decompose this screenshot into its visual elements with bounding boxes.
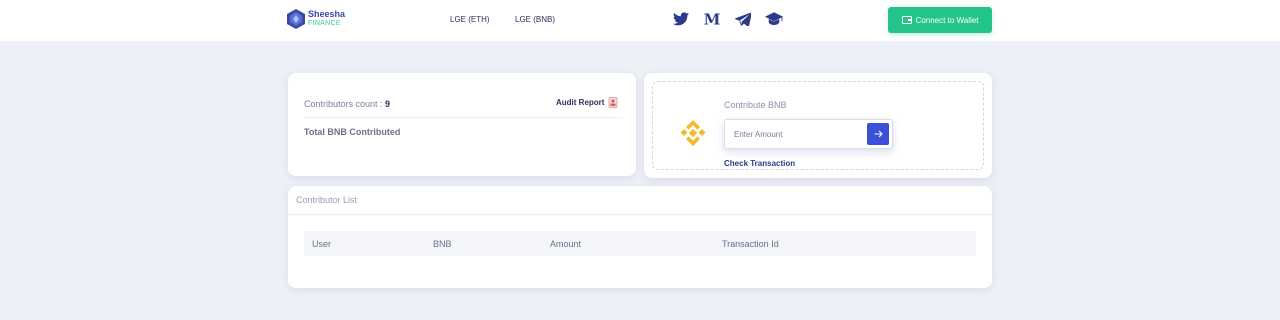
arrow-right-icon — [874, 130, 883, 138]
wallet-icon — [901, 16, 912, 24]
twitter-icon[interactable] — [672, 10, 690, 28]
brand-text: Sheesha FINANCE — [308, 10, 345, 28]
contributors-count-label: Contributors count : — [304, 99, 386, 109]
graduation-cap-icon[interactable] — [765, 10, 783, 28]
connect-wallet-label: Connect to Wallet — [915, 15, 979, 25]
svg-text:M: M — [704, 12, 721, 26]
contributor-table-header: User BNB Amount Transaction Id — [304, 231, 976, 256]
audit-report-label: Audit Report — [556, 98, 605, 107]
audit-report-link[interactable]: Audit Report — [556, 97, 618, 108]
contribute-title: Contribute BNB — [724, 100, 787, 110]
audit-report-icon — [609, 97, 618, 108]
sheesha-logo-icon — [287, 9, 305, 29]
contribution-stats-card: Contributors count : 9 Audit Report Tota… — [288, 73, 636, 176]
stats-divider — [304, 117, 622, 118]
amount-input[interactable] — [725, 120, 865, 148]
column-header-user: User — [312, 239, 332, 249]
column-header-bnb: BNB — [433, 239, 452, 249]
submit-contribution-button[interactable] — [867, 123, 889, 145]
contributors-count: Contributors count : 9 — [304, 99, 390, 109]
brand-name: Sheesha — [308, 9, 346, 19]
contributors-count-value: 9 — [385, 99, 391, 109]
contributor-list-title: Contributor List — [296, 195, 358, 205]
column-header-amount: Amount — [550, 239, 582, 249]
top-navbar: Sheesha FINANCE LGE (ETH) LGE (BNB) M Co… — [0, 0, 1280, 41]
list-divider — [288, 214, 992, 215]
nav-link-lge-bnb[interactable]: LGE (BNB) — [515, 15, 555, 24]
contribute-bnb-card: Contribute BNB Check Transaction — [644, 73, 992, 178]
medium-icon[interactable]: M — [703, 10, 721, 28]
telegram-icon[interactable] — [734, 10, 752, 28]
connect-wallet-button[interactable]: Connect to Wallet — [888, 7, 992, 33]
check-transaction-link[interactable]: Check Transaction — [724, 159, 795, 168]
bnb-logo-icon — [680, 120, 706, 146]
brand-logo[interactable]: Sheesha FINANCE — [287, 9, 345, 29]
contribute-panel: Contribute BNB Check Transaction — [652, 81, 984, 170]
nav-link-lge-eth[interactable]: LGE (ETH) — [450, 15, 490, 24]
column-header-transaction-id: Transaction Id — [722, 239, 779, 249]
total-bnb-contributed-label: Total BNB Contributed — [304, 127, 401, 137]
brand-subtitle: FINANCE — [308, 20, 341, 27]
amount-field — [724, 119, 893, 149]
contributor-list-card: Contributor List User BNB Amount Transac… — [288, 186, 992, 288]
